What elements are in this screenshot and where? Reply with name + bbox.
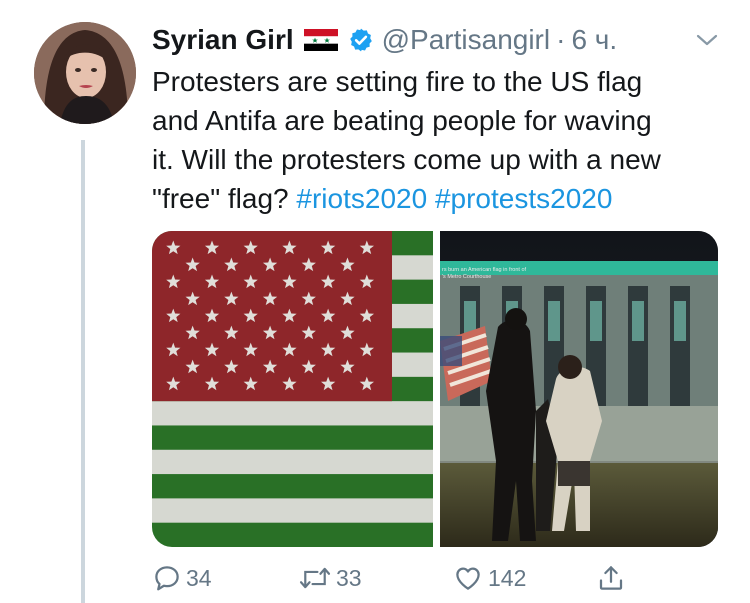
display-name[interactable]: Syrian Girl (152, 24, 294, 56)
avatar[interactable] (34, 22, 136, 124)
heart-icon (456, 567, 480, 590)
reply-icon (155, 566, 179, 591)
protest-photo: rs burn an American flag in front of's M… (440, 231, 718, 547)
like-button[interactable]: 142 (452, 560, 526, 596)
tweet-text-fragment: "free" flag? (152, 183, 297, 214)
reply-button[interactable]: 34 (152, 560, 212, 596)
tweet-text-line: and Antifa are beating people for waving (152, 105, 652, 136)
hashtag-link[interactable]: #protests2020 (435, 183, 612, 214)
avatar-photo (34, 22, 136, 124)
tweet-text: Protesters are setting fire to the US fl… (152, 62, 732, 218)
thread-line (81, 140, 85, 603)
share-button[interactable] (596, 560, 630, 596)
user-handle[interactable]: @Partisangirl (382, 24, 550, 56)
media-image-flag[interactable] (152, 231, 433, 547)
retweet-icon (299, 567, 331, 589)
tweet-text-line: it. Will the protesters come up with a n… (152, 144, 661, 175)
share-icon (599, 566, 623, 590)
timestamp[interactable]: 6 ч. (571, 24, 617, 56)
syria-flag-icon (303, 29, 338, 51)
reply-count: 34 (186, 564, 212, 591)
tweet-header: Syrian Girl @Partisangirl · 6 ч. (152, 20, 617, 60)
tweet-text-line: Protesters are setting fire to the US fl… (152, 66, 643, 97)
hashtag-link[interactable]: #riots2020 (296, 183, 427, 214)
green-stripe-flag-image (152, 231, 433, 547)
chevron-down-icon[interactable] (694, 30, 720, 50)
media-image-protest[interactable]: rs burn an American flag in front of's M… (440, 231, 718, 547)
like-count: 142 (488, 564, 527, 591)
tweet-text-line-last: "free" flag? #riots2020 #protests2020 (152, 179, 732, 218)
tweet-actions: 34 33 142 (152, 560, 712, 596)
retweet-button[interactable]: 33 (298, 560, 362, 596)
verified-badge-icon (348, 27, 374, 53)
retweet-count: 33 (336, 564, 362, 591)
tweet-media[interactable]: rs burn an American flag in front of's M… (152, 231, 718, 547)
separator-dot: · (556, 24, 566, 55)
